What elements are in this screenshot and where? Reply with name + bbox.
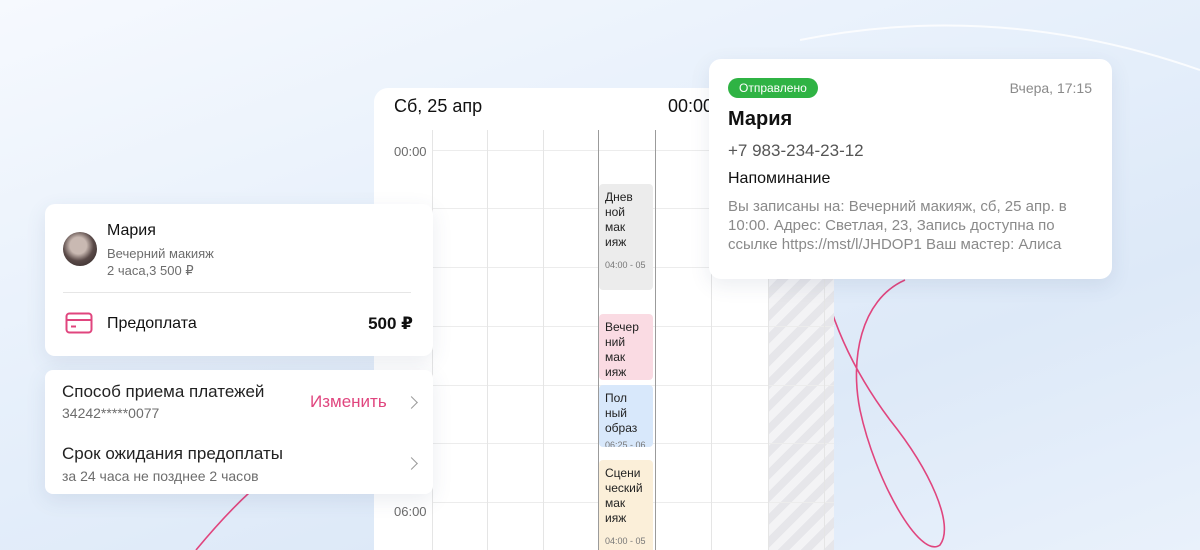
time-label: 06:00 (394, 504, 427, 519)
prepayment-wait-sub: за 24 часа не позднее 2 часов (62, 468, 259, 484)
payment-settings-card: Способ приема платежей 34242*****0077 Из… (45, 370, 433, 494)
notification-type: Напоминание (728, 170, 831, 187)
calendar-event[interactable]: Днев ной мак ияж 04:00 - 05 (599, 184, 653, 290)
chevron-right-icon (405, 396, 418, 409)
client-name: Мария (107, 222, 156, 239)
calendar-event[interactable]: Вечер ний мак ияж (599, 314, 653, 380)
payment-card-number: 34242*****0077 (62, 405, 160, 421)
prepayment-value: 500 ₽ (368, 314, 413, 333)
time-label: 00:00 (394, 144, 427, 159)
booking-card[interactable]: Мария Вечерний макияж 2 часа,3 500 ₽ Пре… (45, 204, 433, 356)
notification-message: Вы записаны на: Вечерний макияж, сб, 25 … (728, 198, 1067, 253)
change-link[interactable]: Изменить (310, 392, 387, 412)
prepayment-label: Предоплата (107, 315, 197, 332)
prepayment-wait-title: Срок ожидания предоплаты (62, 444, 283, 463)
payment-method-title: Способ приема платежей (62, 382, 265, 401)
calendar-event[interactable]: Пол ный образ 06:25 - 06 (599, 385, 653, 447)
calendar-event[interactable]: Сцени ческий мак ияж 04:00 - 05 (599, 460, 653, 550)
notification-phone: +7 983-234-23-12 (728, 141, 864, 160)
status-badge: Отправлено (728, 78, 818, 98)
calendar-date: Сб, 25 апр (394, 96, 483, 116)
notification-card[interactable]: Отправлено Вчера, 17:15 Мария +7 983-234… (709, 59, 1112, 279)
chevron-right-icon (405, 457, 418, 470)
notification-client-name: Мария (728, 108, 793, 130)
service-name: Вечерний макияж (107, 246, 214, 261)
duration-price: 2 часа,3 500 ₽ (107, 263, 194, 278)
calendar-header-time: 00:00 (668, 96, 714, 116)
avatar (63, 232, 97, 266)
divider (63, 292, 411, 293)
credit-card-icon (65, 312, 93, 334)
notification-time: Вчера, 17:15 (1009, 80, 1092, 96)
